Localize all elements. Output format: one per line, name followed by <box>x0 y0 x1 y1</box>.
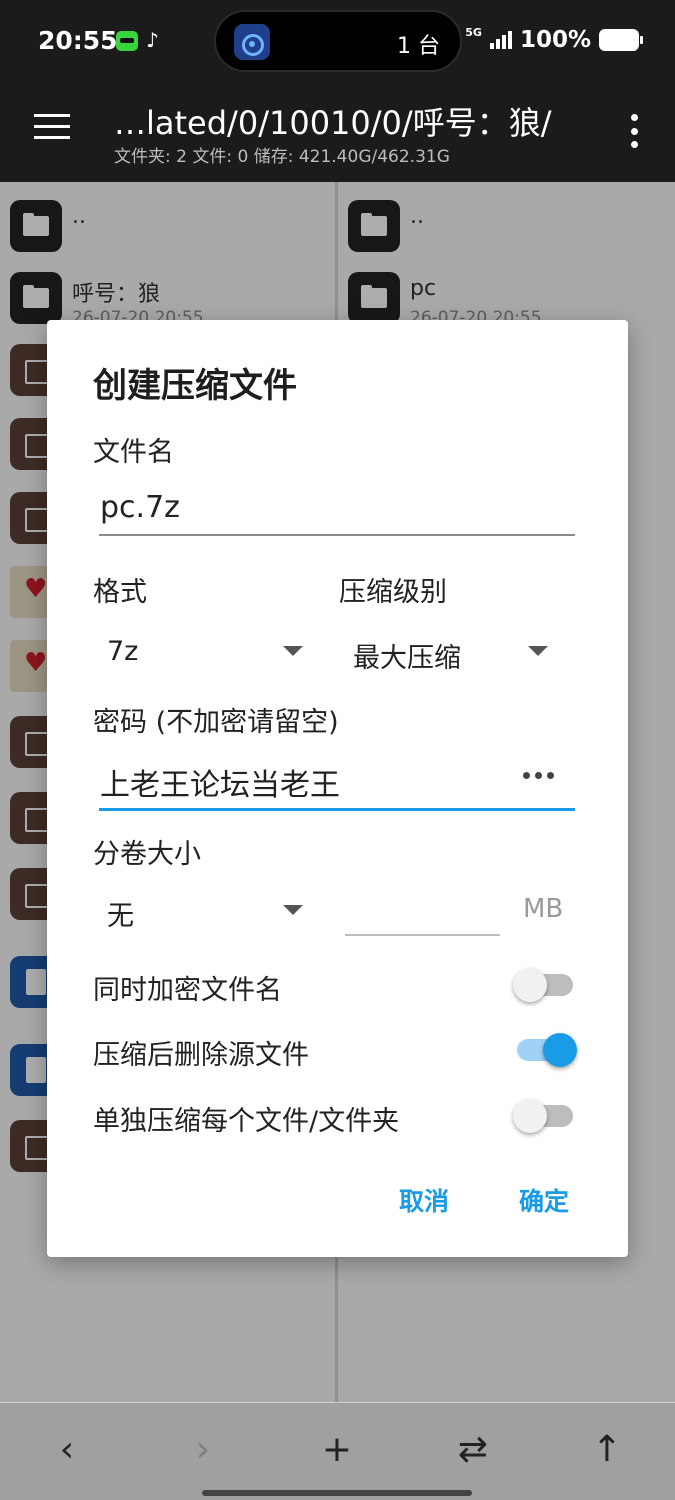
password-label: 密码 (不加密请留空) <box>93 707 339 738</box>
signal-icon <box>489 31 512 49</box>
swap-panes-icon[interactable]: ⇄ <box>448 1429 498 1470</box>
volume-size-input[interactable] <box>345 934 500 936</box>
menu-icon[interactable] <box>34 114 70 144</box>
network-type: 5G <box>465 25 482 39</box>
parent-folder-icon[interactable]: ↑ <box>582 1429 632 1470</box>
compress-separately-toggle[interactable] <box>513 1097 577 1133</box>
format-select[interactable]: 7z <box>107 636 138 667</box>
format-label: 格式 <box>93 577 147 608</box>
filename-label: 文件名 <box>93 437 174 468</box>
level-select[interactable]: 最大压缩 <box>353 636 461 675</box>
encrypt-filenames-toggle[interactable] <box>513 966 577 1002</box>
game-app-icon <box>116 31 138 51</box>
battery-icon <box>599 29 643 51</box>
volume-dropdown-icon[interactable] <box>283 905 303 915</box>
delete-source-toggle[interactable] <box>513 1031 577 1067</box>
forward-icon[interactable]: › <box>178 1429 228 1470</box>
password-visibility-icon[interactable] <box>523 772 554 779</box>
level-dropdown-icon[interactable] <box>528 646 548 656</box>
bottom-toolbar: ‹ › + ⇄ ↑ <box>0 1402 675 1500</box>
delete-source-label: 压缩后删除源文件 <box>93 1040 309 1071</box>
hotspot-icon <box>234 24 270 60</box>
filename-underline <box>99 534 575 536</box>
tiktok-icon: ♪ <box>146 28 159 52</box>
create-archive-dialog: 创建压缩文件 文件名 pc.7z 格式 压缩级别 7z 最大压缩 密码 (不加密… <box>47 320 628 1257</box>
password-underline <box>99 808 575 811</box>
password-input[interactable]: 上老王论坛当老王 <box>100 760 340 804</box>
battery-percent: 100% <box>519 27 591 53</box>
status-time: 20:55 <box>38 26 118 55</box>
more-options-icon[interactable] <box>631 114 639 148</box>
storage-info: 文件夹: 2 文件: 0 储存: 421.40G/462.31G <box>114 147 450 167</box>
back-icon[interactable]: ‹ <box>42 1429 92 1470</box>
dialog-title: 创建压缩文件 <box>93 366 297 406</box>
status-indicators: 5G 100% <box>465 25 643 53</box>
hotspot-device-count: 1 台 <box>397 34 440 59</box>
status-bar: 20:55 ♪ 1 台 5G 100% <box>0 0 675 84</box>
filename-input[interactable]: pc.7z <box>100 490 180 525</box>
format-dropdown-icon[interactable] <box>283 646 303 656</box>
compress-separately-label: 单独压缩每个文件/文件夹 <box>93 1106 400 1137</box>
add-icon[interactable]: + <box>312 1429 362 1470</box>
volume-unit: MB <box>523 894 564 924</box>
app-bar: …lated/0/10010/0/呼号：狼/ 文件夹: 2 文件: 0 储存: … <box>0 84 675 182</box>
confirm-button[interactable]: 确定 <box>519 1182 569 1218</box>
volume-size-label: 分卷大小 <box>93 839 201 870</box>
home-indicator[interactable] <box>202 1490 472 1496</box>
dynamic-island[interactable]: 1 台 <box>214 10 462 72</box>
current-path[interactable]: …lated/0/10010/0/呼号：狼/ <box>114 98 551 144</box>
encrypt-filenames-label: 同时加密文件名 <box>93 975 282 1006</box>
level-label: 压缩级别 <box>339 577 447 608</box>
volume-size-select[interactable]: 无 <box>107 894 134 933</box>
cancel-button[interactable]: 取消 <box>399 1182 449 1218</box>
